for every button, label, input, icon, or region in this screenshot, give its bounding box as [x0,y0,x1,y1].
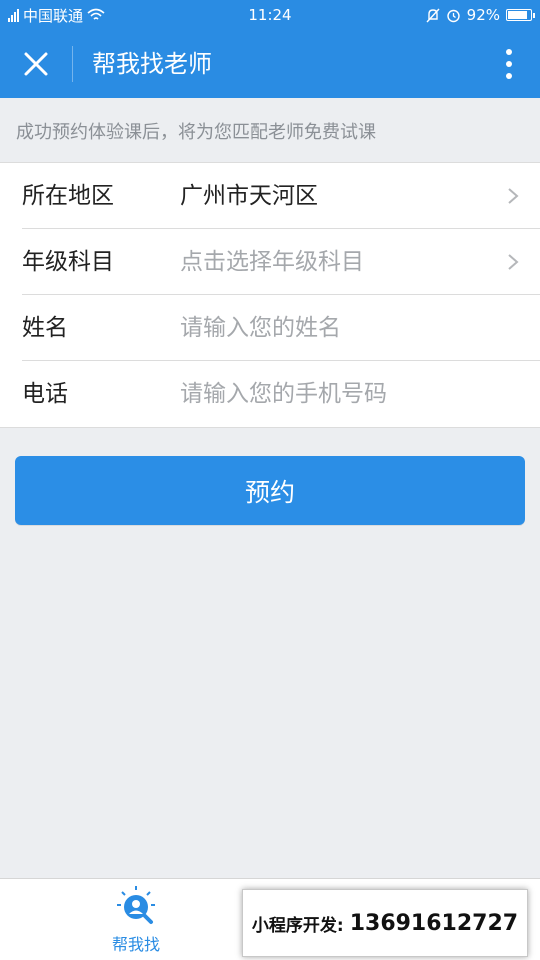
grade-subject-row[interactable]: 年级科目 点击选择年级科目 [22,229,540,295]
promo-label: 小程序开发: [251,915,344,936]
name-label: 姓名 [22,315,68,341]
chevron-right-icon [508,254,519,270]
close-icon [24,52,48,76]
region-row[interactable]: 所在地区 广州市天河区 [22,163,540,229]
tab-label: 帮我找 [111,935,160,954]
status-right: 92% [426,0,535,30]
phone-label: 电话 [22,381,68,407]
status-bar: 中国联通 11:24 92% [0,0,540,30]
tab-find-teacher[interactable]: 帮我找 [94,885,178,957]
battery-level [508,11,527,19]
alarm-icon [446,9,460,22]
find-teacher-icon [117,886,155,924]
chevron-right-icon [508,188,519,204]
more-button[interactable] [494,42,524,86]
promo-banner: 小程序开发: 13691612727 [242,889,528,957]
region-label: 所在地区 [22,183,114,209]
battery-icon [506,9,535,21]
close-button[interactable] [14,42,58,86]
mute-bell-icon [426,8,440,22]
phone-input[interactable] [180,371,520,417]
promo-number: 13691612727 [349,910,519,936]
phone-row: 电话 [22,361,540,427]
book-button[interactable]: 预约 [15,456,525,525]
battery-percent: 92% [466,6,500,24]
region-value: 广州市天河区 [180,183,318,209]
nav-bar: 帮我找老师 [0,30,540,98]
grade-subject-select[interactable]: 点击选择年级科目 [180,229,364,295]
name-input[interactable] [180,305,520,351]
nav-divider [72,46,73,82]
page-title: 帮我找老师 [92,50,212,78]
booking-form: 所在地区 广州市天河区 年级科目 点击选择年级科目 姓名 电话 [0,162,540,428]
more-vertical-icon [506,49,512,79]
grade-subject-label: 年级科目 [22,249,114,275]
name-row: 姓名 [22,295,540,361]
hint-text: 成功预约体验课后，将为您匹配老师免费试课 [16,122,376,143]
